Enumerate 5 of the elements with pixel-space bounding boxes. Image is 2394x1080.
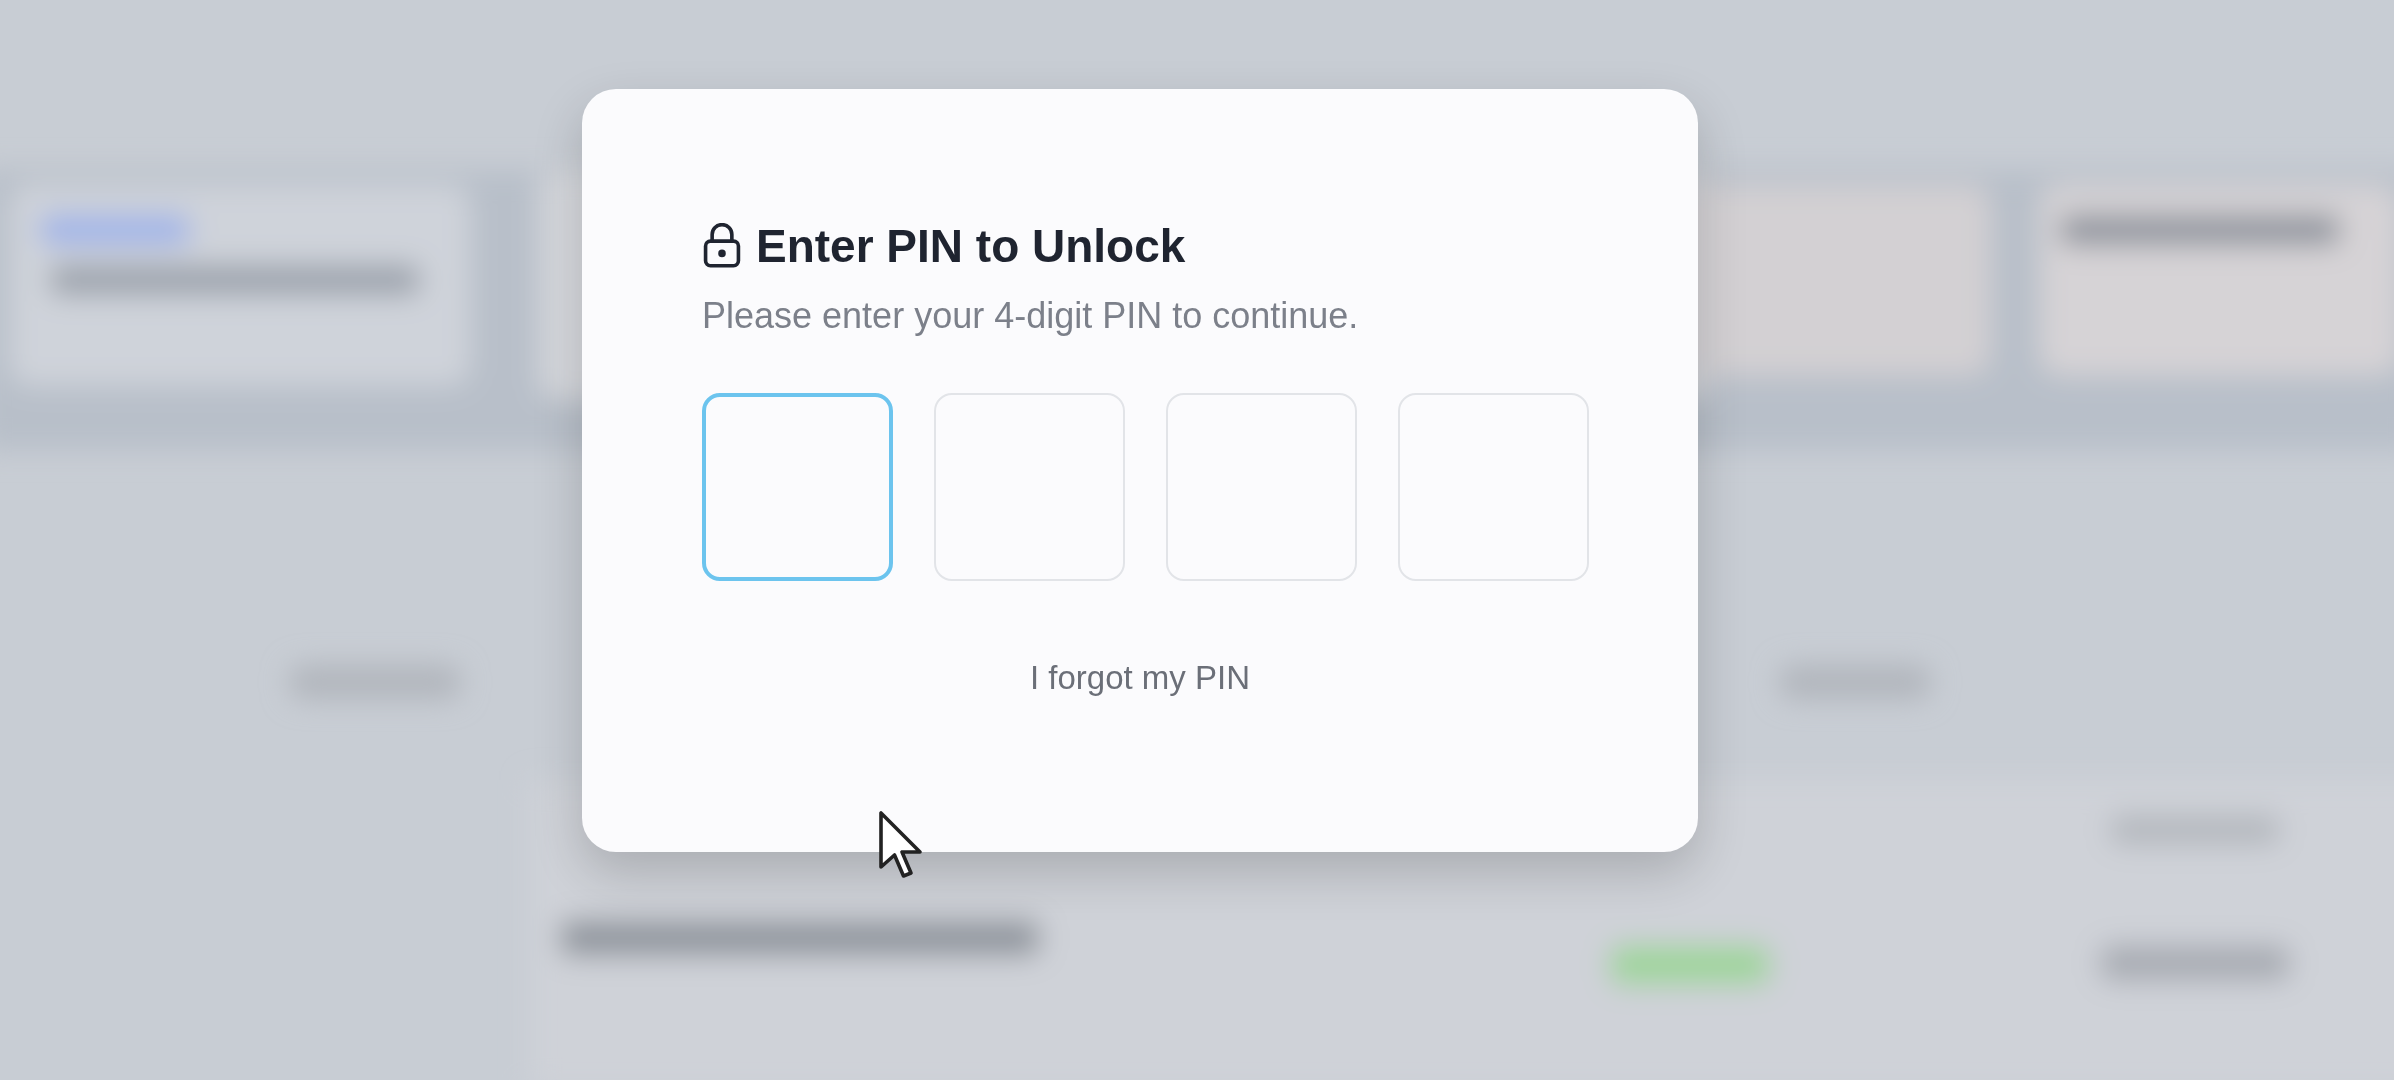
lock-icon <box>702 223 742 269</box>
pin-digit-field[interactable] <box>702 393 893 581</box>
forgot-pin-link[interactable]: I forgot my PIN <box>1029 659 1251 697</box>
dialog-subtitle: Please enter your 4-digit PIN to continue. <box>702 295 1360 337</box>
dialog-title: Enter PIN to Unlock <box>756 219 1186 273</box>
